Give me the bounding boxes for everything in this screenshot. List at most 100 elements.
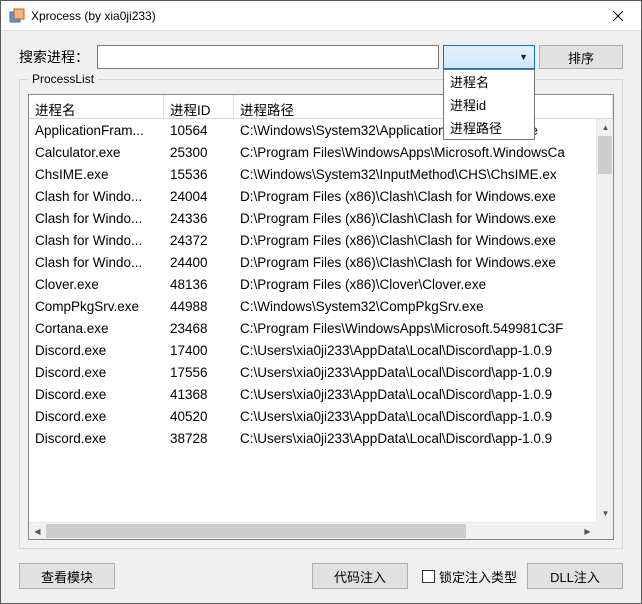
- vertical-scrollbar[interactable]: ▲ ▼: [596, 119, 613, 522]
- cell-name: ApplicationFram...: [29, 123, 164, 138]
- cell-path: C:\Windows\System32\InputMethod\CHS\ChsI…: [234, 167, 613, 182]
- cell-path: C:\Users\xia0ji233\AppData\Local\Discord…: [234, 431, 613, 446]
- view-module-button[interactable]: 查看模块: [19, 563, 115, 589]
- table-row[interactable]: Discord.exe40520C:\Users\xia0ji233\AppDa…: [29, 405, 613, 427]
- scroll-right-button[interactable]: ▶: [579, 523, 596, 539]
- table-row[interactable]: ChsIME.exe15536C:\Windows\System32\Input…: [29, 163, 613, 185]
- cell-name: Clash for Windo...: [29, 233, 164, 248]
- cell-path: D:\Program Files (x86)\Clash\Clash for W…: [234, 255, 613, 270]
- table-row[interactable]: Clash for Windo...24004D:\Program Files …: [29, 185, 613, 207]
- cell-name: Discord.exe: [29, 365, 164, 380]
- cell-path: D:\Program Files (x86)\Clash\Clash for W…: [234, 211, 613, 226]
- scroll-thumb-h[interactable]: [46, 524, 466, 538]
- cell-name: Discord.exe: [29, 409, 164, 424]
- table-row[interactable]: CompPkgSrv.exe44988C:\Windows\System32\C…: [29, 295, 613, 317]
- cell-path: C:\Users\xia0ji233\AppData\Local\Discord…: [234, 409, 613, 424]
- cell-id: 44988: [164, 299, 234, 314]
- cell-id: 38728: [164, 431, 234, 446]
- cell-name: Clover.exe: [29, 277, 164, 292]
- table-row[interactable]: Calculator.exe25300C:\Program Files\Wind…: [29, 141, 613, 163]
- table-row[interactable]: Cortana.exe23468C:\Program Files\Windows…: [29, 317, 613, 339]
- table-row[interactable]: Clash for Windo...24372D:\Program Files …: [29, 229, 613, 251]
- combo-option-name[interactable]: 进程名: [444, 70, 534, 93]
- cell-path: C:\Windows\System32\CompPkgSrv.exe: [234, 299, 613, 314]
- cell-path: C:\Users\xia0ji233\AppData\Local\Discord…: [234, 387, 613, 402]
- cell-path: D:\Program Files (x86)\Clash\Clash for W…: [234, 189, 613, 204]
- cell-id: 24400: [164, 255, 234, 270]
- table-row[interactable]: Clash for Windo...24400D:\Program Files …: [29, 251, 613, 273]
- scroll-up-button[interactable]: ▲: [597, 119, 613, 136]
- chevron-down-icon: ▼: [519, 52, 528, 62]
- cell-id: 24336: [164, 211, 234, 226]
- combo-dropdown: 进程名 进程id 进程路径: [443, 69, 535, 140]
- cell-name: Discord.exe: [29, 343, 164, 358]
- client-area: 搜索进程： ▼ 进程名 进程id 进程路径 排序 ProcessList 进程名…: [1, 31, 641, 603]
- cell-id: 40520: [164, 409, 234, 424]
- code-inject-button[interactable]: 代码注入: [312, 563, 408, 589]
- lock-inject-type-checkbox[interactable]: 锁定注入类型: [422, 567, 517, 586]
- app-window: Xprocess (by xia0ji233) 搜索进程： ▼ 进程名 进程id…: [0, 0, 642, 604]
- column-header-path[interactable]: 进程路径: [234, 95, 613, 118]
- column-header-name[interactable]: 进程名: [29, 95, 164, 118]
- column-header-id[interactable]: 进程ID: [164, 95, 234, 118]
- checkbox-label: 锁定注入类型: [439, 567, 517, 586]
- cell-id: 23468: [164, 321, 234, 336]
- sort-button[interactable]: 排序: [539, 45, 623, 69]
- cell-id: 24004: [164, 189, 234, 204]
- cell-path: C:\Program Files\WindowsApps\Microsoft.W…: [234, 145, 613, 160]
- scroll-down-button[interactable]: ▼: [597, 505, 613, 522]
- cell-name: Clash for Windo...: [29, 211, 164, 226]
- cell-name: Calculator.exe: [29, 145, 164, 160]
- cell-path: C:\Windows\System32\ApplicationFrameHost…: [234, 123, 613, 138]
- titlebar: Xprocess (by xia0ji233): [1, 1, 641, 31]
- listview-body: ApplicationFram...10564C:\Windows\System…: [29, 119, 613, 539]
- cell-id: 17400: [164, 343, 234, 358]
- combo-option-id[interactable]: 进程id: [444, 93, 534, 116]
- cell-id: 15536: [164, 167, 234, 182]
- cell-path: C:\Users\xia0ji233\AppData\Local\Discord…: [234, 365, 613, 380]
- table-row[interactable]: Clover.exe48136D:\Program Files (x86)\Cl…: [29, 273, 613, 295]
- process-listview[interactable]: 进程名 进程ID 进程路径 ApplicationFram...10564C:\…: [28, 94, 614, 540]
- table-row[interactable]: Discord.exe17556C:\Users\xia0ji233\AppDa…: [29, 361, 613, 383]
- cell-name: Cortana.exe: [29, 321, 164, 336]
- close-button[interactable]: [595, 1, 641, 31]
- bottom-toolbar: 查看模块 代码注入 锁定注入类型 DLL注入: [19, 561, 623, 589]
- cell-name: Clash for Windo...: [29, 255, 164, 270]
- cell-name: CompPkgSrv.exe: [29, 299, 164, 314]
- search-row: 搜索进程： ▼ 进程名 进程id 进程路径 排序: [19, 45, 623, 69]
- app-icon: [9, 8, 25, 24]
- cell-path: C:\Users\xia0ji233\AppData\Local\Discord…: [234, 343, 613, 358]
- table-row[interactable]: Discord.exe17400C:\Users\xia0ji233\AppDa…: [29, 339, 613, 361]
- process-list-group: ProcessList 进程名 进程ID 进程路径 ApplicationFra…: [19, 79, 623, 549]
- scroll-thumb-v[interactable]: [598, 136, 612, 174]
- table-row[interactable]: Clash for Windo...24336D:\Program Files …: [29, 207, 613, 229]
- table-row[interactable]: Discord.exe41368C:\Users\xia0ji233\AppDa…: [29, 383, 613, 405]
- cell-path: D:\Program Files (x86)\Clash\Clash for W…: [234, 233, 613, 248]
- cell-id: 41368: [164, 387, 234, 402]
- cell-name: Discord.exe: [29, 431, 164, 446]
- cell-id: 10564: [164, 123, 234, 138]
- search-input[interactable]: [97, 45, 439, 69]
- cell-id: 24372: [164, 233, 234, 248]
- cell-path: C:\Program Files\WindowsApps\Microsoft.5…: [234, 321, 613, 336]
- cell-id: 48136: [164, 277, 234, 292]
- dll-inject-button[interactable]: DLL注入: [527, 563, 623, 589]
- cell-path: D:\Program Files (x86)\Clover\Clover.exe: [234, 277, 613, 292]
- checkbox-box-icon: [422, 570, 435, 583]
- table-row[interactable]: Discord.exe38728C:\Users\xia0ji233\AppDa…: [29, 427, 613, 449]
- scroll-track-v[interactable]: [597, 136, 613, 505]
- search-field-combo[interactable]: ▼ 进程名 进程id 进程路径: [443, 45, 535, 69]
- search-label: 搜索进程：: [19, 47, 89, 67]
- window-title: Xprocess (by xia0ji233): [31, 9, 595, 23]
- scroll-left-button[interactable]: ◀: [29, 523, 46, 539]
- horizontal-scrollbar[interactable]: ◀ ▶: [29, 522, 596, 539]
- cell-id: 17556: [164, 365, 234, 380]
- scroll-corner: [596, 522, 613, 539]
- cell-name: Discord.exe: [29, 387, 164, 402]
- group-label: ProcessList: [28, 72, 98, 86]
- combo-option-path[interactable]: 进程路径: [444, 116, 534, 139]
- cell-name: Clash for Windo...: [29, 189, 164, 204]
- scroll-track-h[interactable]: [46, 523, 579, 539]
- cell-name: ChsIME.exe: [29, 167, 164, 182]
- cell-id: 25300: [164, 145, 234, 160]
